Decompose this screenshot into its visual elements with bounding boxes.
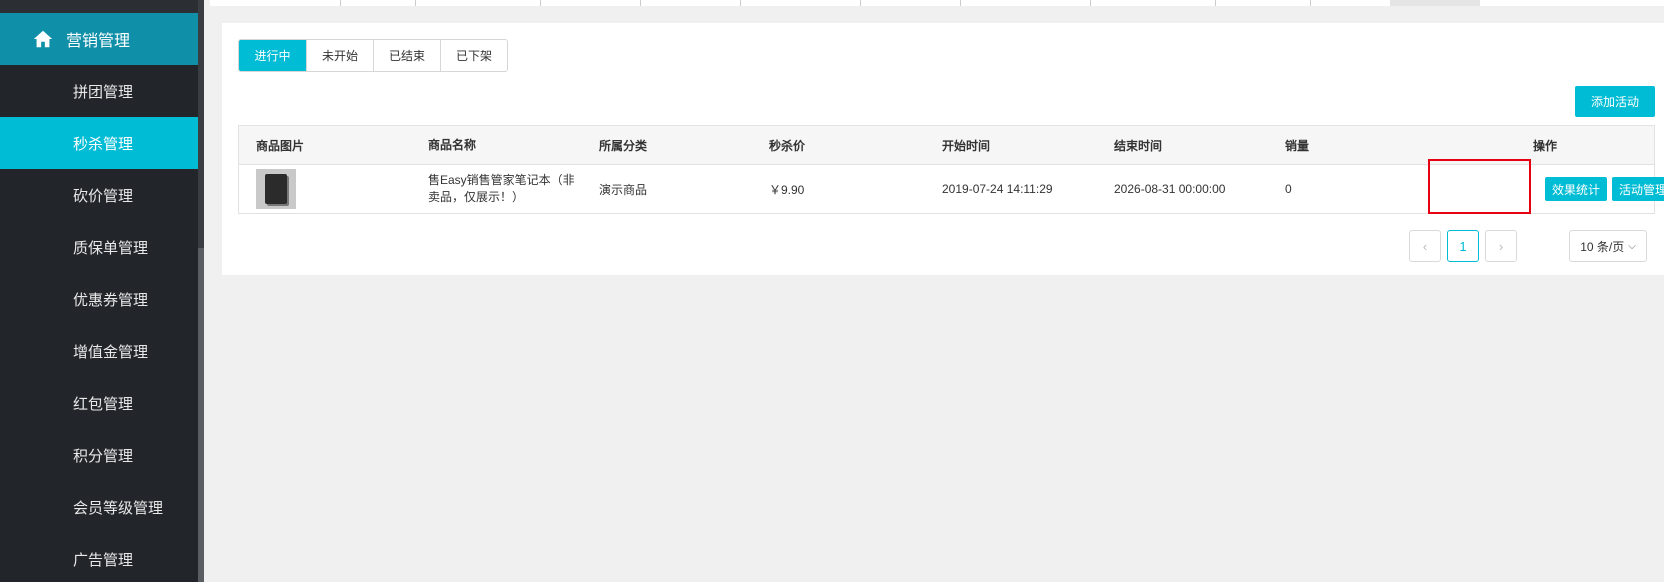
tab-divider [1310, 0, 1311, 6]
top-tab-strip [210, 0, 1664, 6]
sidebar-item-ads[interactable]: 广告管理 [0, 533, 204, 582]
home-icon [33, 30, 53, 48]
row-actions: 效果统计 活动管理 下架 [1545, 165, 1664, 213]
header-price: 秒杀价 [769, 138, 806, 153]
sidebar-scrollbar-thumb[interactable] [198, 248, 204, 582]
end-time: 2026-08-31 00:00:00 [1114, 182, 1226, 196]
sidebar-item-label: 增值金管理 [73, 343, 149, 361]
header-image: 商品图片 [256, 138, 305, 153]
page-size-select[interactable]: 10 条/页 ⌵ [1569, 230, 1647, 262]
sidebar-item-label: 会员等级管理 [73, 499, 164, 517]
tab-divider [1090, 0, 1091, 6]
tab-divider [960, 0, 961, 6]
next-page-button[interactable]: › [1485, 230, 1517, 262]
tab-ended[interactable]: 已结束 [373, 40, 440, 71]
notebook-image [265, 174, 287, 204]
sales-count: 0 [1285, 182, 1292, 196]
product-thumbnail[interactable] [256, 169, 296, 209]
flash-sale-table: 商品图片 商品名称 所属分类 秒杀价 开始时间 结束时间 销量 操作 售Easy… [238, 125, 1664, 214]
sidebar-scrollbar[interactable] [198, 0, 204, 582]
sidebar-item-label: 砍价管理 [73, 187, 134, 205]
sidebar-item-label: 优惠券管理 [73, 291, 149, 309]
sidebar-item-bargain[interactable]: 砍价管理 [0, 169, 204, 221]
sidebar-section-marketing[interactable]: 营销管理 [0, 13, 204, 65]
tab-divider [860, 0, 861, 6]
product-name: 售Easy销售管家笔记本（非卖品，仅展示！） [428, 173, 575, 204]
tab-divider [740, 0, 741, 6]
table-row: 售Easy销售管家笔记本（非卖品，仅展示！） 演示商品 ￥9.90 2019-0… [239, 165, 1664, 213]
table-header: 商品图片 商品名称 所属分类 秒杀价 开始时间 结束时间 销量 操作 [239, 126, 1654, 165]
status-tabs: 进行中 未开始 已结束 已下架 [238, 39, 508, 72]
stats-button[interactable]: 效果统计 [1545, 177, 1608, 201]
sidebar-item-warranty[interactable]: 质保单管理 [0, 221, 204, 273]
sidebar-item-label: 红包管理 [73, 395, 134, 413]
chevron-down-icon: ⌵ [1628, 240, 1636, 252]
sidebar-item-label: 积分管理 [73, 447, 134, 465]
tab-divider [640, 0, 641, 6]
sidebar: 营销管理 拼团管理 秒杀管理 砍价管理 质保单管理 优惠券管理 增值金管理 红包… [0, 0, 204, 582]
sidebar-item-label: 拼团管理 [73, 83, 134, 101]
sidebar-item-label: 质保单管理 [73, 239, 149, 257]
header-end-time: 结束时间 [1114, 138, 1163, 153]
header-category: 所属分类 [599, 138, 648, 153]
tab-divider [540, 0, 541, 6]
prev-page-button[interactable]: ‹ [1409, 230, 1441, 262]
tab-divider [340, 0, 341, 6]
product-category: 演示商品 [599, 182, 648, 197]
sidebar-item-value-added[interactable]: 增值金管理 [0, 325, 204, 377]
tab-delisted[interactable]: 已下架 [440, 40, 507, 71]
sidebar-item-member-level[interactable]: 会员等级管理 [0, 481, 204, 533]
manage-activity-button[interactable]: 活动管理 [1612, 177, 1664, 201]
sidebar-item-coupon[interactable]: 优惠券管理 [0, 273, 204, 325]
sidebar-top-strip [0, 0, 204, 13]
sidebar-item-label: 秒杀管理 [73, 135, 134, 153]
tab-divider [1215, 0, 1216, 6]
start-time: 2019-07-24 14:11:29 [942, 182, 1053, 196]
header-start-time: 开始时间 [942, 138, 991, 153]
sidebar-section-label: 营销管理 [66, 33, 131, 50]
sidebar-item-label: 广告管理 [73, 551, 134, 569]
page-1-button[interactable]: 1 [1447, 230, 1479, 262]
tab-not-started[interactable]: 未开始 [306, 40, 373, 71]
sidebar-item-group-buy[interactable]: 拼团管理 [0, 65, 204, 117]
tab-in-progress[interactable]: 进行中 [239, 40, 306, 71]
header-sales: 销量 [1285, 138, 1310, 153]
header-actions: 操作 [1533, 138, 1558, 153]
tab-divider [415, 0, 416, 6]
active-top-tab[interactable] [1390, 0, 1480, 6]
product-image-cell [256, 165, 296, 213]
header-name: 商品名称 [428, 137, 477, 152]
main-card: 进行中 未开始 已结束 已下架 添加活动 商品图片 商品名称 所属分类 秒杀价 … [222, 23, 1664, 275]
page-size-label: 10 条/页 [1580, 239, 1625, 254]
sidebar-item-points[interactable]: 积分管理 [0, 429, 204, 481]
add-activity-button[interactable]: 添加活动 [1575, 86, 1655, 117]
sidebar-item-red-packet[interactable]: 红包管理 [0, 377, 204, 429]
flash-price: ￥9.90 [769, 182, 805, 197]
sidebar-item-flash-sale[interactable]: 秒杀管理 [0, 117, 204, 169]
